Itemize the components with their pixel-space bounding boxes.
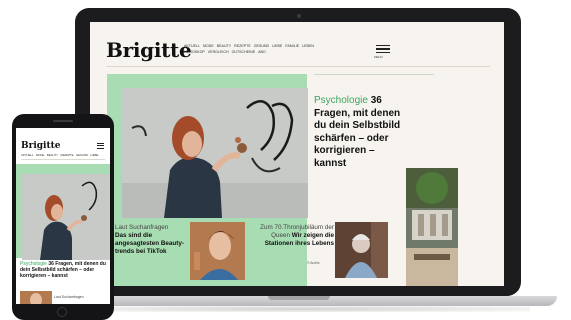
nav-item[interactable]: REZEPTE <box>234 44 251 48</box>
nav-item[interactable]: AKTUELL <box>184 44 200 48</box>
header-divider <box>106 66 490 67</box>
hero-kicker: Psychologie <box>314 95 368 106</box>
hero-image[interactable] <box>22 174 110 260</box>
teaser-title[interactable]: Das sind die angesagtesten Beauty-trends… <box>115 232 184 255</box>
nav-item[interactable]: REZEPTE <box>61 153 74 157</box>
teaser-image[interactable] <box>190 222 245 280</box>
camera-icon <box>297 14 301 18</box>
main-nav: AKTUELL MODE BEAUTY REZEPTE GESUND LIEBE FAMIL… <box>184 43 359 55</box>
nav-item[interactable]: MODE <box>36 153 44 157</box>
hero-headline[interactable]: Psychologie 36 Fragen, mit denen du dein… <box>20 261 106 280</box>
hamburger-menu-icon[interactable] <box>97 143 104 150</box>
nav-item[interactable]: LIEBE <box>90 153 98 157</box>
hero-image[interactable] <box>122 88 308 218</box>
hero-title[interactable]: 36 Fragen, mit denen du dein Selbstbild … <box>314 95 400 169</box>
hero-kicker: Psychologie <box>20 261 47 267</box>
nav-item[interactable]: GUTSCHEINE <box>232 50 256 54</box>
teaser-kicker: Laut Suchanfragen <box>115 224 169 231</box>
teaser-kicker[interactable]: Laut Suchanfragen <box>54 295 84 299</box>
phone-screen: Brigitte AKTUELL MODE BEAUTY REZEPTE GESUND L… <box>16 128 110 304</box>
nav-item[interactable]: FAMILIE <box>285 44 299 48</box>
nav-item[interactable]: BEAUTY <box>47 153 58 157</box>
header-divider <box>21 159 105 160</box>
nav-item[interactable]: LEBEN <box>302 44 314 48</box>
main-nav: AKTUELL MODE BEAUTY REZEPTE GESUND LIEBE <box>21 153 107 157</box>
hero-headline[interactable]: Psychologie 36 Fragen, mit denen du dein… <box>314 95 409 170</box>
home-button[interactable] <box>57 307 67 317</box>
site-logo[interactable]: Brigitte <box>21 141 61 151</box>
teaser-image[interactable] <box>20 291 52 304</box>
image-credit: © Archiv <box>307 261 320 265</box>
laptop-notch <box>268 296 330 300</box>
nav-item[interactable]: VERGLEICH <box>208 50 229 54</box>
nav-item[interactable]: AKTUELL <box>21 153 33 157</box>
nav-item[interactable]: GESUND <box>254 44 269 48</box>
laptop-screen: Brigitte AKTUELL MODE BEAUTY REZEPTE GESUND L… <box>90 22 504 286</box>
teaser-card[interactable]: Laut Suchanfragen Das sind die angesagte… <box>115 224 187 256</box>
laptop-shadow <box>70 306 530 312</box>
teaser-image[interactable] <box>335 222 388 278</box>
nav-item[interactable]: BEAUTY <box>217 44 231 48</box>
ad-image[interactable] <box>406 168 458 286</box>
hero-divider <box>314 74 434 75</box>
nav-item[interactable]: MODE <box>203 44 214 48</box>
nav-item[interactable]: LIEBE <box>272 44 282 48</box>
speaker-grille <box>53 120 73 122</box>
site-logo[interactable]: Brigitte <box>106 38 192 62</box>
nav-item[interactable]: HOROSKOP <box>184 50 205 54</box>
hamburger-menu-icon[interactable] <box>376 45 390 55</box>
teaser-card[interactable]: Zum 70.Thronjubiläum der Queen Wir zeige… <box>254 224 334 248</box>
nav-item[interactable]: GESUND <box>76 153 88 157</box>
nav-item[interactable]: ABO <box>258 50 266 54</box>
menu-label[interactable]: MENÜ <box>374 55 383 59</box>
